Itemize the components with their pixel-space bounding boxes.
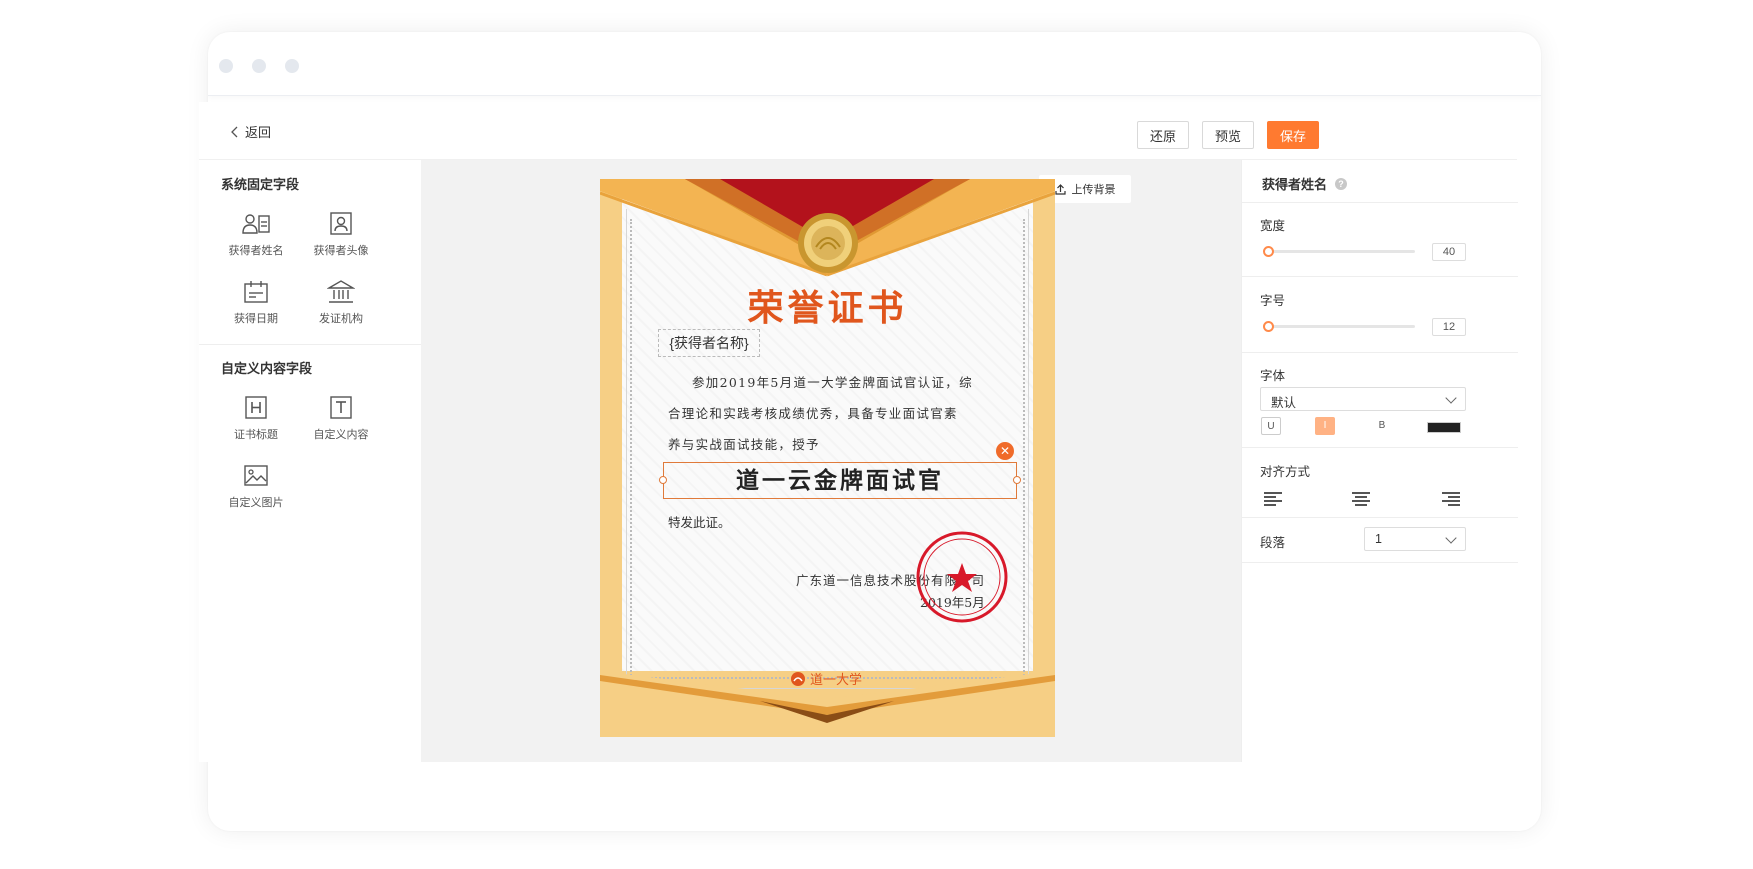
window-dot-icon <box>219 59 233 73</box>
resize-handle-right[interactable] <box>1013 476 1021 484</box>
field-label: 获得者姓名 <box>228 245 284 257</box>
certificate-preview[interactable]: 荣誉证书 {获得者名称} 参加2019年5月道一大学金牌面试官认证，综 合理论和… <box>600 179 1055 737</box>
image-icon <box>244 465 268 486</box>
field-cert-title[interactable]: 证书标题 <box>216 396 296 442</box>
custom-fields-title: 自定义内容字段 <box>221 361 313 376</box>
window-dot-icon <box>252 59 266 73</box>
body-line: 参加2019年5月道一大学金牌面试官认证，综 <box>692 375 973 390</box>
window-titlebar <box>208 32 1541 96</box>
preview-button[interactable]: 预览 <box>1202 121 1254 149</box>
align-center-icon[interactable] <box>1352 492 1370 506</box>
paragraph-select[interactable]: 1 <box>1364 527 1466 551</box>
id-card-icon <box>242 214 270 234</box>
medal-icon <box>798 213 858 273</box>
body-line: 合理论和实践考核成绩优秀，具备专业面试官素 <box>668 406 958 421</box>
font-size-slider[interactable] <box>1269 325 1415 328</box>
text-color-swatch[interactable] <box>1427 422 1461 433</box>
paragraph-label: 段落 <box>1260 536 1286 550</box>
field-label: 自定义内容 <box>313 429 369 441</box>
institution-icon <box>327 280 355 303</box>
chevron-left-icon <box>231 126 238 137</box>
toolbar: 返回 还原 预览 保存 <box>199 102 1517 160</box>
chevron-down-icon <box>1445 532 1457 544</box>
width-label: 宽度 <box>1260 219 1286 233</box>
italic-button[interactable]: I <box>1315 417 1335 435</box>
back-label: 返回 <box>245 125 272 140</box>
font-size-input[interactable]: 12 <box>1432 318 1466 336</box>
panel-divider <box>1242 352 1518 353</box>
certificate-note[interactable]: 特发此证。 <box>668 512 731 531</box>
back-button[interactable]: 返回 <box>231 122 271 141</box>
panel-divider <box>1242 447 1518 448</box>
field-winner-name[interactable]: 获得者姓名 <box>216 212 296 258</box>
panel-divider <box>1242 517 1518 518</box>
font-select-value: 默认 <box>1271 396 1297 410</box>
panel-divider <box>1242 562 1518 563</box>
window-dot-icon <box>285 59 299 73</box>
align-right-icon[interactable] <box>1442 492 1460 506</box>
upload-label: 上传背景 <box>1071 184 1116 196</box>
field-custom-image[interactable]: 自定义图片 <box>216 464 296 510</box>
close-icon[interactable]: ✕ <box>996 442 1014 460</box>
font-select[interactable]: 默认 <box>1260 387 1466 411</box>
bold-button[interactable]: B <box>1372 417 1392 435</box>
properties-header: 获得者姓名 ? <box>1262 174 1348 193</box>
bottom-ribbon-decoration <box>600 671 1055 737</box>
fixed-fields-title: 系统固定字段 <box>221 177 300 192</box>
field-label: 获得者头像 <box>313 245 369 257</box>
width-slider-thumb[interactable] <box>1263 246 1274 257</box>
field-label: 证书标题 <box>234 429 278 441</box>
properties-panel: 获得者姓名 ? 宽度 40 字号 12 字体 默认 U I B 对齐方式 段落 … <box>1241 160 1518 762</box>
seal-icon <box>916 531 1008 623</box>
font-size-label: 字号 <box>1260 294 1286 308</box>
section-divider <box>199 344 421 345</box>
width-input[interactable]: 40 <box>1432 243 1466 261</box>
save-button[interactable]: 保存 <box>1267 121 1319 149</box>
field-label: 发证机构 <box>319 313 363 325</box>
upload-icon <box>1054 183 1066 195</box>
resize-handle-left[interactable] <box>659 476 667 484</box>
heading-icon <box>245 396 267 419</box>
align-label: 对齐方式 <box>1260 465 1311 479</box>
award-title-field[interactable]: 道一云金牌面试官 <box>663 462 1017 499</box>
text-icon <box>330 396 352 419</box>
field-award-date[interactable]: 获得日期 <box>216 280 296 326</box>
certificate-title[interactable]: 荣誉证书 <box>600 279 1055 331</box>
field-label: 自定义图片 <box>228 497 284 509</box>
underline-button[interactable]: U <box>1261 417 1281 435</box>
help-icon[interactable]: ? <box>1335 177 1348 190</box>
portrait-icon <box>330 212 352 235</box>
paragraph-select-value: 1 <box>1375 532 1382 546</box>
field-label: 获得日期 <box>234 313 278 325</box>
field-winner-avatar[interactable]: 获得者头像 <box>301 212 381 258</box>
font-label: 字体 <box>1260 369 1286 383</box>
body-line: 养与实战面试技能，授予 <box>668 437 820 452</box>
panel-divider <box>1242 276 1518 277</box>
width-slider[interactable] <box>1269 250 1415 253</box>
field-issuer[interactable]: 发证机构 <box>301 280 381 326</box>
font-size-slider-thumb[interactable] <box>1263 321 1274 332</box>
panel-divider <box>1242 202 1518 203</box>
field-custom-text[interactable]: 自定义内容 <box>301 396 381 442</box>
field-panel: 系统固定字段 获得者姓名 获得者头像 获得日期 发证机构 自定义内容字段 证书标… <box>199 160 421 762</box>
certificate-body[interactable]: 参加2019年5月道一大学金牌面试官认证，综 合理论和实践考核成绩优秀，具备专业… <box>668 367 998 460</box>
winner-name-placeholder[interactable]: {获得者名称} <box>658 329 760 357</box>
restore-button[interactable]: 还原 <box>1137 121 1189 149</box>
properties-title: 获得者姓名 <box>1262 177 1328 192</box>
chevron-down-icon <box>1445 392 1457 404</box>
align-left-icon[interactable] <box>1264 492 1282 506</box>
calendar-icon <box>244 281 268 303</box>
